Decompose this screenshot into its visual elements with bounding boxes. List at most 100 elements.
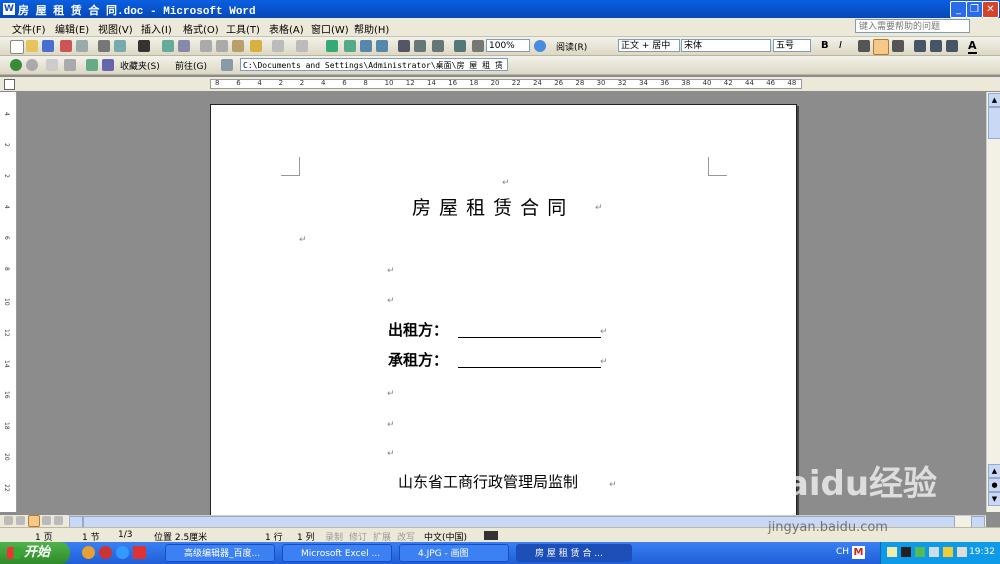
- help-search-input[interactable]: 键入需要帮助的问题: [855, 19, 970, 33]
- minimize-button[interactable]: _: [950, 1, 967, 18]
- hyperlink-icon[interactable]: [326, 40, 338, 52]
- web-view-icon[interactable]: [16, 516, 25, 525]
- menu-window[interactable]: 窗口(W): [311, 21, 349, 36]
- volume-icon[interactable]: [929, 547, 939, 557]
- undo-icon[interactable]: [272, 40, 284, 52]
- browser-quicklaunch-icon[interactable]: [82, 546, 95, 559]
- print-icon[interactable]: [98, 40, 110, 52]
- clock[interactable]: 19:32: [969, 547, 995, 557]
- insert-excel-icon[interactable]: [376, 40, 388, 52]
- menu-table[interactable]: 表格(A): [269, 21, 304, 36]
- document-page[interactable]: ↵ 房 屋 租 赁 合 同 ↵ ↵ ↵ ↵ 出租方： ↵ 承租方： ↵ ↵ ↵ …: [210, 104, 797, 518]
- app-quicklaunch-icon[interactable]: [133, 546, 146, 559]
- stop-icon[interactable]: [46, 59, 58, 71]
- home-icon[interactable]: [86, 59, 98, 71]
- drawing-icon[interactable]: [414, 40, 426, 52]
- task-baidu-editor[interactable]: 高级编辑器_百度...: [165, 544, 275, 562]
- format-painter-icon[interactable]: [250, 40, 262, 52]
- menu-file[interactable]: 文件(F): [12, 21, 46, 36]
- menu-insert[interactable]: 插入(I): [141, 21, 172, 36]
- task-paint[interactable]: 4.JPG - 画图: [399, 544, 509, 562]
- task-excel[interactable]: Microsoft Excel ...: [282, 544, 392, 562]
- horizontal-ruler[interactable]: 8 6 4 2 2 4 6 8 10 12 14 16 18 20 22 24 26 28 30 32 34 36 38 40…: [0, 77, 1000, 91]
- search-web-icon[interactable]: [102, 59, 114, 71]
- menu-tools[interactable]: 工具(T): [226, 21, 260, 36]
- outline-view-icon[interactable]: [42, 516, 51, 525]
- style-select[interactable]: 正文 + 居中: [618, 39, 680, 52]
- spelling-status-icon[interactable]: [484, 531, 498, 540]
- open-folder-icon[interactable]: [26, 40, 38, 52]
- align-right-icon[interactable]: [892, 40, 904, 52]
- tray-icon-1[interactable]: [887, 547, 897, 557]
- goto-button[interactable]: 前往(G): [175, 59, 207, 72]
- bullets-icon[interactable]: [930, 40, 942, 52]
- address-input[interactable]: C:\Documents and Settings\Administrator\…: [240, 58, 508, 71]
- email-icon[interactable]: [76, 40, 88, 52]
- font-color-button[interactable]: A: [968, 39, 977, 54]
- redo-icon[interactable]: [296, 40, 308, 52]
- task-word[interactable]: 房 屋 租 赁 合 ...: [516, 544, 632, 562]
- insert-table-icon[interactable]: [360, 40, 372, 52]
- back-icon[interactable]: [10, 59, 22, 71]
- menu-format[interactable]: 格式(O): [183, 21, 219, 36]
- ruler-number: 22: [511, 79, 521, 87]
- paragraph-mark: ↵: [600, 327, 608, 337]
- vertical-ruler[interactable]: 4 2 2 4 6 8 10 12 14 16 18 20 22: [0, 92, 17, 512]
- columns-icon[interactable]: [398, 40, 410, 52]
- document-map-icon[interactable]: [432, 40, 444, 52]
- show-hide-icon[interactable]: [454, 40, 466, 52]
- normal-view-icon[interactable]: [4, 516, 13, 525]
- bold-button[interactable]: B: [821, 40, 829, 51]
- cut-icon[interactable]: [200, 40, 212, 52]
- security-shield-icon[interactable]: [943, 547, 953, 557]
- show-web-toolbar-icon[interactable]: [221, 59, 233, 71]
- read-button[interactable]: 阅读(R): [556, 40, 587, 53]
- tab-selector-icon[interactable]: [4, 79, 15, 90]
- indent-icon[interactable]: [946, 40, 958, 52]
- prev-page-icon[interactable]: ▲: [988, 464, 1000, 478]
- permission-icon[interactable]: [60, 40, 72, 52]
- print-layout-icon[interactable]: [28, 515, 40, 527]
- favorites-button[interactable]: 收藏夹(S): [120, 59, 160, 72]
- refresh-icon[interactable]: [64, 59, 76, 71]
- tray-icon-2[interactable]: [901, 547, 911, 557]
- scroll-up-icon[interactable]: ▲: [988, 93, 1000, 107]
- font-size-select[interactable]: 五号: [773, 39, 811, 52]
- menu-edit[interactable]: 编辑(E): [55, 21, 89, 36]
- align-left-icon[interactable]: [858, 40, 870, 52]
- help-icon[interactable]: [534, 40, 546, 52]
- select-browse-object-icon[interactable]: ●: [988, 478, 1000, 492]
- reading-view-icon[interactable]: [54, 516, 63, 525]
- tables-borders-icon[interactable]: [344, 40, 356, 52]
- save-icon[interactable]: [42, 40, 54, 52]
- align-center-icon[interactable]: [873, 39, 889, 55]
- scroll-thumb[interactable]: [988, 107, 1000, 139]
- spelling-icon[interactable]: [162, 40, 174, 52]
- language-indicator[interactable]: CH: [836, 547, 849, 557]
- numbering-icon[interactable]: [914, 40, 926, 52]
- network-icon[interactable]: [957, 547, 967, 557]
- copy-icon[interactable]: [216, 40, 228, 52]
- vertical-scrollbar[interactable]: ▲ ▲ ● ▼: [986, 92, 1000, 512]
- chrome-quicklaunch-icon[interactable]: [99, 546, 112, 559]
- tray-icon-3[interactable]: [915, 547, 925, 557]
- menu-view[interactable]: 视图(V): [98, 21, 133, 36]
- restore-button[interactable]: ❐: [966, 1, 983, 18]
- zoom-select[interactable]: 100%: [486, 39, 530, 52]
- research-icon[interactable]: [178, 40, 190, 52]
- print-preview-icon[interactable]: [114, 40, 126, 52]
- ruler-number: 4: [321, 79, 326, 87]
- menu-help[interactable]: 帮助(H): [354, 21, 389, 36]
- paste-icon[interactable]: [232, 40, 244, 52]
- forward-icon[interactable]: [26, 59, 38, 71]
- close-button[interactable]: ✕: [982, 1, 999, 18]
- ie-quicklaunch-icon[interactable]: [116, 546, 129, 559]
- word-app-icon[interactable]: W: [3, 3, 15, 15]
- mail-tray-icon[interactable]: M: [852, 546, 865, 559]
- traditional-chinese-icon[interactable]: [138, 40, 150, 52]
- italic-button[interactable]: I: [839, 40, 842, 51]
- next-page-icon[interactable]: ▼: [988, 492, 1000, 506]
- font-select[interactable]: 宋体: [681, 39, 771, 52]
- new-document-icon[interactable]: [10, 40, 24, 54]
- pilcrow-icon[interactable]: [472, 40, 484, 52]
